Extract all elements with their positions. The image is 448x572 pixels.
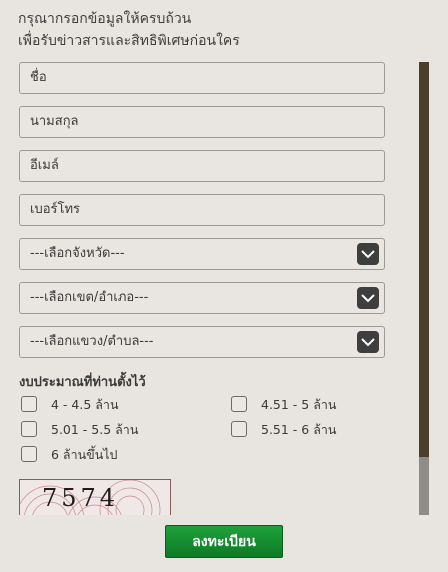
- surname-field[interactable]: นามสกุล: [19, 106, 385, 138]
- province-select-value: ---เลือกจังหวัด---: [30, 246, 125, 261]
- checkbox[interactable]: [231, 421, 247, 437]
- budget-option-label: 4 - 4.5 ล้าน: [51, 397, 119, 412]
- name-placeholder: ชื่อ: [30, 70, 47, 85]
- chevron-down-icon[interactable]: [357, 243, 379, 265]
- budget-label: งบประมาณที่ท่านตั้งไว้: [19, 375, 146, 390]
- budget-option-label: 5.01 - 5.5 ล้าน: [51, 422, 139, 437]
- phone-placeholder: เบอร์โทร: [30, 202, 81, 217]
- form-scroll-area[interactable]: ชื่อ นามสกุล อีเมล์ เบอร์โทร ---เลือกจัง…: [0, 60, 448, 515]
- captcha-code: 7574: [42, 484, 120, 512]
- checkbox[interactable]: [21, 446, 37, 462]
- form-heading: กรุณากรอกข้อมูลให้ครบถ้วน เพื่อรับข่าวสา…: [18, 8, 418, 52]
- district-select[interactable]: ---เลือกเขต/อำเภอ---: [19, 282, 385, 314]
- chevron-down-icon[interactable]: [357, 331, 379, 353]
- email-placeholder: อีเมล์: [30, 158, 59, 173]
- scrollbar-thumb[interactable]: [419, 62, 429, 457]
- captcha-image: 7574: [19, 479, 171, 515]
- subdistrict-select-value: ---เลือกแขวง/ตำบล---: [30, 334, 154, 349]
- heading-line-1: กรุณากรอกข้อมูลให้ครบถ้วน: [18, 11, 192, 27]
- name-field[interactable]: ชื่อ: [19, 62, 385, 94]
- chevron-down-icon[interactable]: [357, 287, 379, 309]
- budget-option-label: 5.51 - 6 ล้าน: [261, 422, 337, 437]
- surname-placeholder: นามสกุล: [30, 114, 79, 129]
- phone-field[interactable]: เบอร์โทร: [19, 194, 385, 226]
- register-button[interactable]: ลงทะเบียน: [165, 525, 283, 558]
- province-select[interactable]: ---เลือกจังหวัด---: [19, 238, 385, 270]
- checkbox[interactable]: [21, 396, 37, 412]
- heading-line-2: เพื่อรับข่าวสารและสิทธิพิเศษก่อนใคร: [18, 33, 240, 49]
- budget-option-label: 6 ล้านขึ้นไป: [51, 447, 118, 462]
- subdistrict-select[interactable]: ---เลือกแขวง/ตำบล---: [19, 326, 385, 358]
- checkbox[interactable]: [231, 396, 247, 412]
- budget-option-label: 4.51 - 5 ล้าน: [261, 397, 337, 412]
- email-field[interactable]: อีเมล์: [19, 150, 385, 182]
- district-select-value: ---เลือกเขต/อำเภอ---: [30, 290, 149, 305]
- checkbox[interactable]: [21, 421, 37, 437]
